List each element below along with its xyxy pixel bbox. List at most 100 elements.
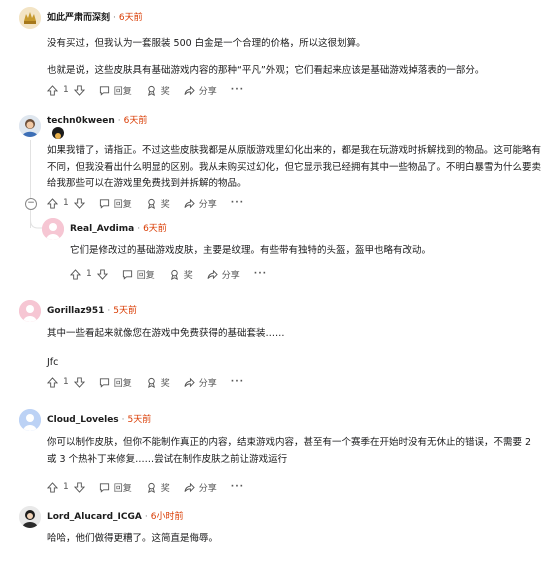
reply-button[interactable]: 回复 — [99, 376, 132, 389]
comment-meta: techn0kween · 6天前 — [47, 114, 147, 128]
comment-body: 你可以制作皮肤，但你不能制作真正的内容，结束游戏内容，甚至有一个赛季在开始时没有… — [47, 435, 542, 476]
downvote-icon[interactable] — [73, 84, 85, 96]
share-button[interactable]: 分享 — [207, 268, 240, 281]
share-icon — [184, 198, 195, 208]
vote-group: 1 — [47, 481, 85, 493]
comment-age[interactable]: 6天前 — [124, 116, 148, 126]
avatar[interactable] — [19, 506, 41, 528]
share-icon — [207, 269, 218, 279]
separator-dot: · — [113, 13, 116, 23]
reply-button[interactable]: 回复 — [122, 268, 155, 281]
comment-age[interactable]: 5天前 — [128, 415, 152, 425]
award-label: 奖 — [183, 270, 193, 281]
upvote-icon[interactable] — [70, 268, 81, 280]
share-icon — [184, 377, 195, 387]
upvote-icon[interactable] — [47, 84, 58, 96]
vote-group: 1 — [70, 268, 108, 280]
user-flair-icon — [52, 127, 64, 139]
avatar[interactable] — [42, 218, 64, 240]
more-options-icon[interactable]: ··· — [231, 482, 244, 492]
upvote-icon[interactable] — [47, 481, 58, 493]
award-button[interactable]: 奖 — [146, 376, 170, 389]
comment-paragraph: 哈哈，他们做得更糟了。这简直是侮辱。 — [47, 533, 219, 544]
share-button[interactable]: 分享 — [184, 197, 217, 210]
comment-age[interactable]: 5天前 — [113, 306, 137, 316]
comment-actions: 1 回复 奖 分享 ··· — [70, 266, 267, 282]
comment-paragraph: 它们是修改过的基础游戏皮肤，主要是纹理。有些带有独特的头盔，盔甲也略有改动。 — [70, 245, 432, 256]
award-icon — [147, 198, 155, 209]
reply-label: 回复 — [136, 270, 155, 281]
avatar[interactable] — [19, 115, 41, 137]
share-button[interactable]: 分享 — [184, 84, 217, 97]
downvote-icon[interactable] — [96, 268, 108, 280]
vote-count: 1 — [86, 269, 92, 279]
vote-count: 1 — [63, 85, 69, 95]
share-label: 分享 — [198, 199, 217, 210]
share-label: 分享 — [198, 483, 217, 494]
award-icon — [147, 377, 155, 388]
author-name[interactable]: Lord_Alucard_ICGA — [47, 512, 142, 522]
avatar-image — [19, 300, 41, 322]
share-label: 分享 — [198, 378, 217, 389]
comment-body: 其中一些看起来就像您在游戏中免费获得的基础套装…… Jfc — [47, 326, 542, 379]
comment-meta: Cloud_Loveles · 5天前 — [47, 413, 151, 427]
more-options-icon[interactable]: ··· — [231, 198, 244, 208]
downvote-icon[interactable] — [73, 481, 85, 493]
upvote-icon[interactable] — [47, 197, 58, 209]
share-icon — [184, 85, 195, 95]
author-name[interactable]: Real_Avdima — [70, 224, 134, 234]
author-name[interactable]: 如此严肃而深刻 — [47, 13, 110, 23]
downvote-icon[interactable] — [73, 197, 85, 209]
award-button[interactable]: 奖 — [146, 197, 170, 210]
award-label: 奖 — [160, 86, 170, 97]
author-name[interactable]: techn0kween — [47, 116, 115, 126]
award-label: 奖 — [160, 199, 170, 210]
more-options-icon[interactable]: ··· — [231, 377, 244, 387]
flair-image — [55, 133, 61, 139]
comment-meta: Gorillaz951 · 5天前 — [47, 304, 137, 318]
avatar[interactable] — [19, 7, 41, 29]
vote-group: 1 — [47, 197, 85, 209]
share-button[interactable]: 分享 — [184, 481, 217, 494]
comment-paragraph: 如果我错了，请指正。不过这些皮肤我都是从原版游戏里幻化出来的，都是我在玩游戏时拆… — [47, 145, 542, 189]
avatar[interactable] — [19, 300, 41, 322]
comment-thread: 如此严肃而深刻 · 6天前 没有买过，但我认为一套服装 500 白金是一个合理的价格… — [0, 0, 550, 570]
comment-paragraph: 没有买过，但我认为一套服装 500 白金是一个合理的价格，所以这很划算。 — [47, 38, 366, 49]
comment-meta: 如此严肃而深刻 · 6天前 — [47, 11, 143, 25]
avatar-image — [19, 7, 41, 29]
collapse-thread-button[interactable]: − — [25, 198, 37, 210]
reply-button[interactable]: 回复 — [99, 481, 132, 494]
award-button[interactable]: 奖 — [146, 84, 170, 97]
reply-icon — [99, 377, 109, 388]
reply-label: 回复 — [113, 86, 132, 97]
thread-line[interactable] — [30, 140, 31, 205]
vote-group: 1 — [47, 84, 85, 96]
downvote-icon[interactable] — [73, 376, 85, 388]
share-button[interactable]: 分享 — [184, 376, 217, 389]
share-icon — [184, 482, 195, 492]
comment-paragraph: 你可以制作皮肤，但你不能制作真正的内容，结束游戏内容，甚至有一个赛季在开始时没有… — [47, 437, 532, 465]
comment-paragraph: 其中一些看起来就像您在游戏中免费获得的基础套装…… — [47, 328, 285, 339]
upvote-icon[interactable] — [47, 376, 58, 388]
vote-count: 1 — [63, 377, 69, 387]
comment-actions: 1 回复 奖 分享 ··· — [47, 195, 244, 211]
comment-age[interactable]: 6天前 — [119, 13, 143, 23]
share-label: 分享 — [198, 86, 217, 97]
author-name[interactable]: Gorillaz951 — [47, 306, 104, 316]
award-label: 奖 — [160, 483, 170, 494]
reply-button[interactable]: 回复 — [99, 84, 132, 97]
award-button[interactable]: 奖 — [146, 481, 170, 494]
avatar-image — [19, 115, 41, 137]
reply-button[interactable]: 回复 — [99, 197, 132, 210]
comment-age[interactable]: 6小时前 — [151, 512, 184, 522]
more-options-icon[interactable]: ··· — [231, 85, 244, 95]
reply-icon — [99, 198, 109, 209]
comment-body: 哈哈，他们做得更糟了。这简直是侮辱。 — [47, 531, 542, 556]
award-button[interactable]: 奖 — [169, 268, 193, 281]
comment-age[interactable]: 6天前 — [143, 224, 167, 234]
author-name[interactable]: Cloud_Loveles — [47, 415, 119, 425]
award-icon — [147, 482, 155, 493]
more-options-icon[interactable]: ··· — [254, 269, 267, 279]
avatar[interactable] — [19, 409, 41, 431]
comment-meta: Lord_Alucard_ICGA · 6小时前 — [47, 510, 183, 524]
